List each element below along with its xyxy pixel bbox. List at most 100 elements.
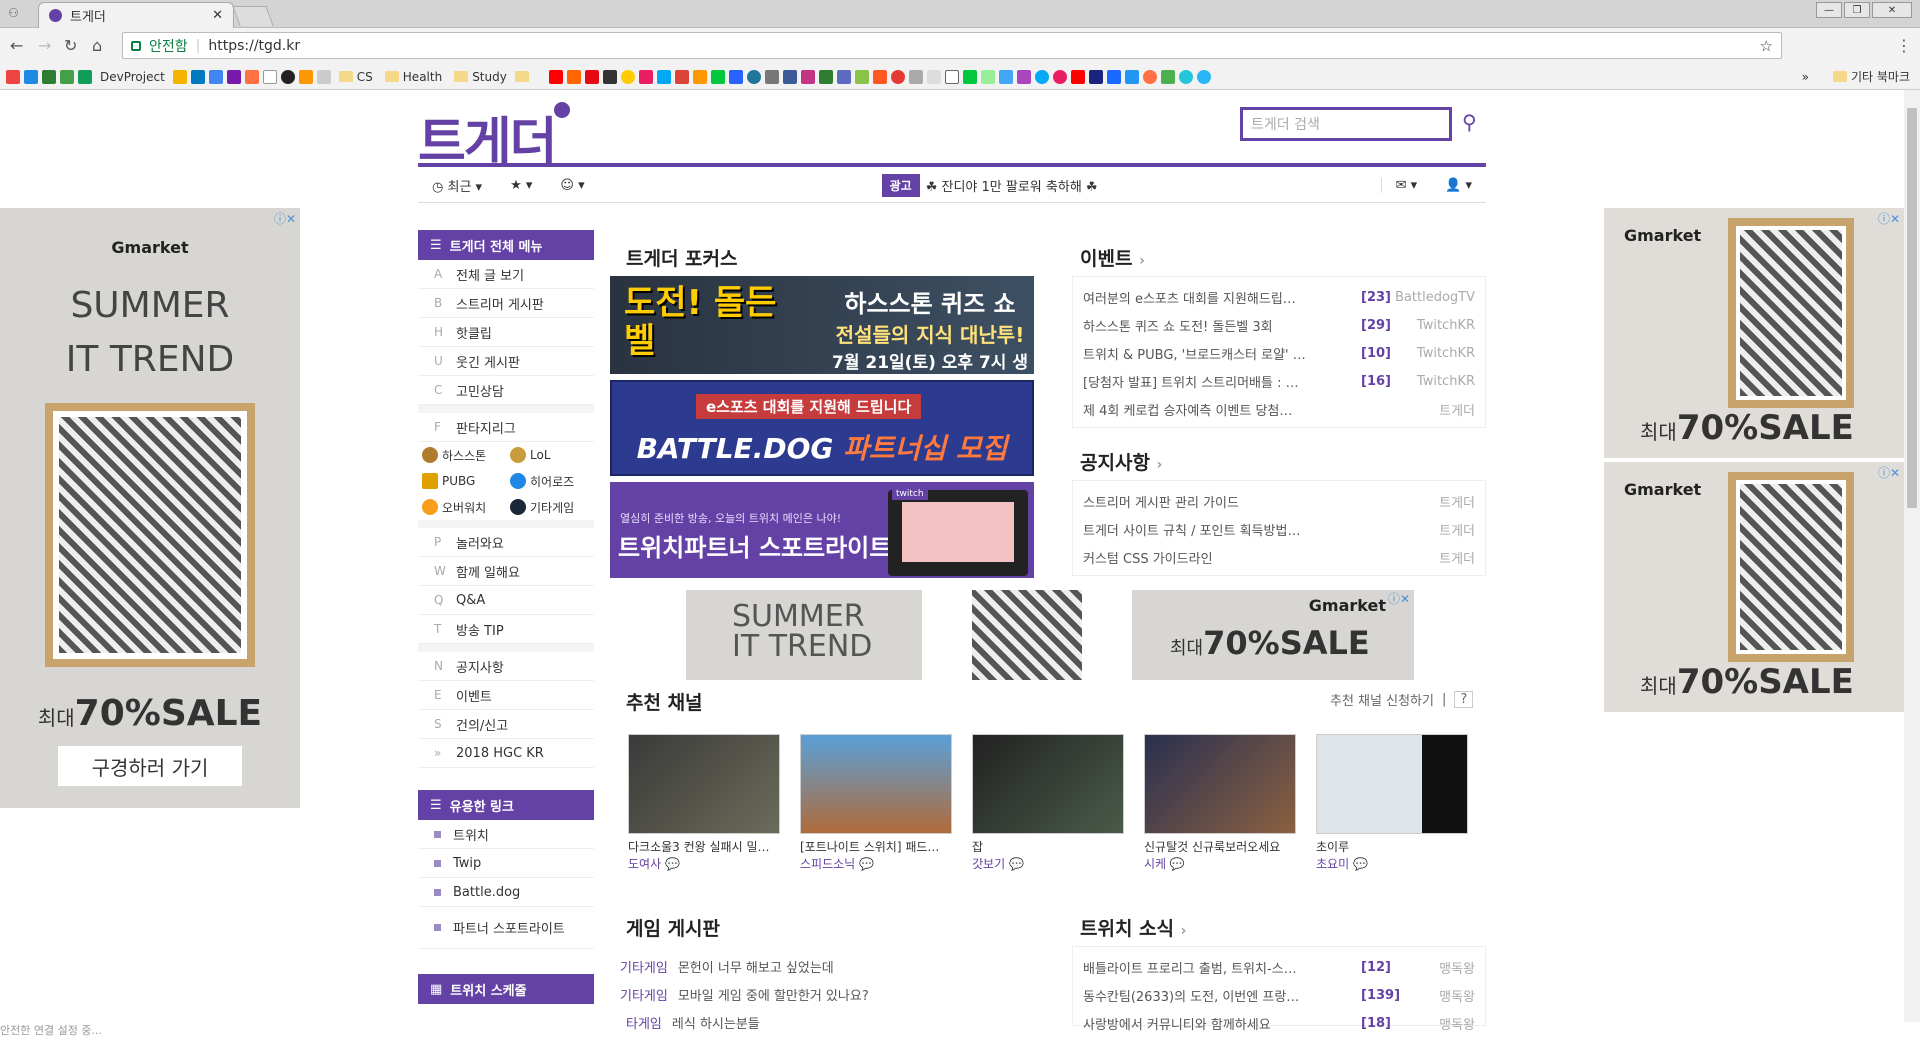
bookmark-icon[interactable] xyxy=(638,69,653,84)
useful-links-header[interactable]: ☰ 유용한 링크 xyxy=(418,790,594,820)
menu-icon[interactable]: ⋮ xyxy=(1896,36,1912,55)
events-title[interactable]: 이벤트 › xyxy=(1080,244,1145,271)
game-heroes[interactable]: 히어로즈 xyxy=(506,473,594,490)
favorites-menu[interactable]: ★ ▾ xyxy=(496,178,546,193)
messages-menu[interactable]: ✉ ▾ xyxy=(1380,178,1432,193)
bookmark-icon[interactable] xyxy=(890,69,905,84)
channel-name[interactable]: 갓보기 💬 xyxy=(972,855,1124,872)
list-item[interactable]: [당첨자 발표] 트위치 스트리머배틀 : … [16] TwitchKR xyxy=(1073,367,1485,395)
bookmark-icon[interactable] xyxy=(602,69,617,84)
folder-icon[interactable] xyxy=(514,71,529,82)
bookmark-icon[interactable] xyxy=(1196,69,1211,84)
scrollbar[interactable] xyxy=(1904,90,1920,1022)
channel-name[interactable]: 초요미 💬 xyxy=(1316,855,1468,872)
bookmark-icon[interactable] xyxy=(908,69,923,84)
bookmark-icon[interactable] xyxy=(656,69,671,84)
twitch-news-title[interactable]: 트위치 소식 › xyxy=(1080,914,1186,941)
bookmark-icon[interactable] xyxy=(764,69,779,84)
channel-stream-title[interactable]: [포트나이트 스위치] 패드… xyxy=(800,838,952,855)
list-item[interactable]: 기타게임 모바일 게임 중에 할만한거 있나요? xyxy=(610,980,1032,1008)
youtube-icon[interactable] xyxy=(548,69,563,84)
bookmarks-overflow[interactable]: » xyxy=(1802,70,1809,84)
bookmark-icon[interactable] xyxy=(42,69,56,84)
sidebar-item-event[interactable]: E 이벤트 xyxy=(418,681,594,710)
link-battledog[interactable]: Battle.dog xyxy=(418,878,594,907)
list-item[interactable]: 트위치 & PUBG, '브로드캐스터 로얄' … [10] TwitchKR xyxy=(1073,339,1485,367)
bookmark-icon[interactable] xyxy=(262,69,277,84)
gmail-icon[interactable] xyxy=(674,69,689,84)
url-field[interactable]: 안전함 | https://tgd.kr ☆ xyxy=(122,32,1782,59)
bookmark-icon[interactable] xyxy=(24,69,38,84)
help-icon[interactable]: ? xyxy=(1454,691,1474,708)
browser-tab[interactable]: 트게더 ✕ xyxy=(38,2,234,28)
bookmark-icon[interactable] xyxy=(980,69,995,84)
channel-card[interactable]: 잡 갓보기 💬 xyxy=(972,734,1124,871)
game-hearthstone[interactable]: 하스스톤 xyxy=(418,447,506,464)
notices-title[interactable]: 공지사항 › xyxy=(1080,448,1162,475)
naver-icon[interactable] xyxy=(710,69,725,84)
bookmark-icon[interactable] xyxy=(998,69,1013,84)
link-twitch[interactable]: 트위치 xyxy=(418,820,594,849)
focus-banner-goldenbell[interactable]: 도전! 돌든벨 하스스톤 퀴즈 쇼 전설들의 지식 대난투! 7월 21일(토)… xyxy=(610,276,1034,374)
sidebar-item-tips[interactable]: T 방송 TIP xyxy=(418,615,594,644)
channel-thumbnail[interactable] xyxy=(628,734,780,834)
bookmark-icon[interactable] xyxy=(854,69,869,84)
minimize-button[interactable]: — xyxy=(1816,2,1842,18)
back-icon[interactable]: ← xyxy=(10,36,23,55)
bookmark-icon[interactable] xyxy=(1178,69,1193,84)
channel-name[interactable]: 스피드소닉 💬 xyxy=(800,855,952,872)
other-bookmarks[interactable]: 기타 북마크 xyxy=(1832,68,1910,85)
list-item[interactable]: 하스스톤 퀴즈 쇼 도전! 돌든벨 3회 [29] TwitchKR xyxy=(1073,311,1485,339)
github-icon[interactable] xyxy=(280,69,295,84)
channel-thumbnail[interactable] xyxy=(972,734,1124,834)
sidebar-item-qna[interactable]: Q Q&A xyxy=(418,586,594,615)
sidebar-item-report[interactable]: S 건의/신고 xyxy=(418,710,594,739)
facebook-icon[interactable] xyxy=(782,69,797,84)
channel-thumbnail[interactable] xyxy=(1316,734,1468,834)
link-partner-spotlight[interactable]: 파트너 스포트라이트 xyxy=(418,907,594,949)
focus-banner-battledog[interactable]: e스포츠 대회를 지원해 드립니다 BATTLE.DOG 파트너십 모집 xyxy=(610,380,1034,476)
home-icon[interactable]: ⌂ xyxy=(92,36,102,55)
new-tab-button[interactable] xyxy=(232,6,274,26)
bookmark-icon[interactable] xyxy=(728,69,743,84)
bookmark-icon[interactable] xyxy=(298,69,313,84)
bookmark-icon[interactable] xyxy=(316,69,331,84)
channel-name[interactable]: 시케 💬 xyxy=(1144,855,1296,872)
bookmark-icon[interactable] xyxy=(620,69,635,84)
sidebar-item-notice[interactable]: N 공지사항 xyxy=(418,652,594,681)
apply-link[interactable]: 추천 채널 신청하기 xyxy=(1330,690,1434,709)
drive-icon[interactable] xyxy=(172,69,187,84)
bookmark-icon[interactable] xyxy=(6,69,20,84)
left-ad-banner[interactable]: ⓘ✕ Gmarket SUMMER IT TREND 최대70%SALE 구경하러… xyxy=(0,208,300,808)
emoticon-menu[interactable]: ☺ ▾ xyxy=(546,178,598,193)
channel-apply[interactable]: 추천 채널 신청하기 | ? xyxy=(1330,690,1474,709)
channel-card[interactable]: 초이루 초요미 💬 xyxy=(1316,734,1468,871)
ad-cta-button[interactable]: 구경하러 가기 xyxy=(58,746,242,786)
bookmark-icon[interactable] xyxy=(692,69,707,84)
ad-close-icon[interactable]: ⓘ✕ xyxy=(1388,590,1410,607)
game-pubg[interactable]: PUBG xyxy=(418,473,506,489)
middle-ad-banner[interactable]: SUMMER IT TREND Gmarket ⓘ✕ 최대70%SALE xyxy=(686,590,1414,680)
bookmark-folder-health[interactable]: Health xyxy=(384,70,442,84)
sidebar-item-streamer-board[interactable]: B 스트리머 게시판 xyxy=(418,289,594,318)
calendar-icon[interactable] xyxy=(208,69,223,84)
bookmark-icon[interactable] xyxy=(1160,69,1175,84)
sidebar-item-all[interactable]: A 전체 글 보기 xyxy=(418,260,594,289)
game-other[interactable]: 기타게임 xyxy=(506,499,594,516)
scrollbar-thumb[interactable] xyxy=(1907,108,1917,508)
right-ad-banner-1[interactable]: ⓘ✕ Gmarket 최대70%SALE xyxy=(1604,208,1904,458)
incognito-icon[interactable]: ⚇ xyxy=(8,6,19,20)
bookmark-icon[interactable] xyxy=(566,69,581,84)
ad-close-icon[interactable]: ⓘ✕ xyxy=(1878,464,1900,481)
netflix-icon[interactable] xyxy=(584,69,599,84)
channel-stream-title[interactable]: 다크소울3 컨왕 실패시 밀… xyxy=(628,838,780,855)
list-item[interactable]: 트게더 사이트 규칙 / 포인트 획득방법… 트게더 xyxy=(1073,515,1485,543)
bookmark-icon[interactable] xyxy=(818,69,833,84)
list-item[interactable]: 배틀라이트 프로리그 출범, 트위치-스… [12] 맹독왕 xyxy=(1073,953,1485,981)
sidebar-item-funny[interactable]: U 웃긴 게시판 xyxy=(418,347,594,376)
list-item[interactable]: 스트리머 게시판 관리 가이드 트게더 xyxy=(1073,487,1485,515)
maximize-button[interactable]: ❐ xyxy=(1844,2,1870,18)
instagram-icon[interactable] xyxy=(800,69,815,84)
behance-icon[interactable] xyxy=(1106,69,1121,84)
link-twip[interactable]: Twip xyxy=(418,849,594,878)
